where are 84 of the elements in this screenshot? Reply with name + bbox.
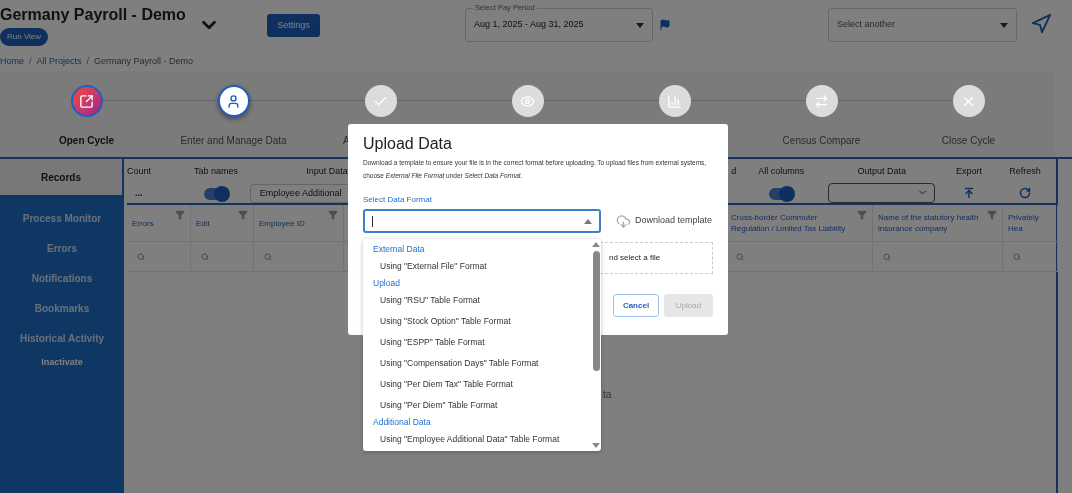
dropdown-option[interactable]: Using "ESPP" Table Format xyxy=(363,332,591,353)
dropdown-option[interactable]: Using "Stock Option" Table Format xyxy=(363,311,591,332)
caret-icon xyxy=(584,218,592,224)
run-view-button[interactable]: Run View xyxy=(0,28,49,46)
filter-icon[interactable] xyxy=(238,210,248,220)
caret-icon xyxy=(1000,22,1008,28)
option-group-label: Upload xyxy=(372,277,401,290)
filter-icon[interactable] xyxy=(175,210,185,220)
toggle-label: All columns xyxy=(758,165,805,178)
column-header[interactable]: Edit xyxy=(196,217,210,229)
download-template-button[interactable]: Download template xyxy=(616,213,713,229)
user-icon xyxy=(226,93,241,109)
export-icon[interactable] xyxy=(963,186,976,199)
search-icon[interactable] xyxy=(264,252,272,261)
field-value: Aug 1, 2025 - Aug 31, 2025 xyxy=(474,18,584,32)
field-label: Select Data Format xyxy=(363,194,433,206)
caret-icon xyxy=(636,22,644,28)
breadcrumb-separator: / xyxy=(86,55,90,69)
option-group-label: Additional Data xyxy=(372,416,432,429)
filter-icon[interactable] xyxy=(987,210,997,220)
dropdown-option[interactable]: Using "External File" Format xyxy=(363,256,591,277)
toggle-label: Tab names xyxy=(193,165,238,178)
search-icon[interactable] xyxy=(137,252,145,261)
column-label: d xyxy=(731,165,738,178)
breadcrumb-link[interactable]: All Projects xyxy=(36,55,82,69)
input-data-select[interactable]: Employee Additional xyxy=(249,183,348,203)
search-icon[interactable] xyxy=(1013,252,1021,261)
refresh-label: Refresh xyxy=(1009,165,1041,178)
eye-icon xyxy=(520,93,535,109)
column-header[interactable]: Errors xyxy=(132,217,154,229)
sidebar-tab[interactable]: Historical Activity xyxy=(0,323,124,353)
count-value: ... xyxy=(135,186,144,200)
step-label: Close Cycle xyxy=(941,134,996,148)
placeholder: Select another xyxy=(837,18,896,32)
dropdown-option[interactable]: Using "Compensation Days" Table Format xyxy=(363,353,591,374)
step-label: Census Compare xyxy=(782,134,861,148)
sidebar-tab[interactable]: Notifications xyxy=(0,263,124,293)
column-header[interactable]: Name of the statutory health insurance company xyxy=(878,212,984,234)
breadcrumb-link[interactable]: Home xyxy=(0,55,24,69)
toggle-switch[interactable] xyxy=(769,187,794,200)
select-another-field[interactable]: Select another xyxy=(828,8,1017,42)
scroll-up-icon xyxy=(592,242,600,247)
column-header[interactable]: Cross-border Commuter Regulation / Limited Tax Liability xyxy=(731,212,854,234)
option-group-label: External Data xyxy=(372,243,426,256)
dropdown-option[interactable]: Using "Per Diem" Table Format xyxy=(363,395,591,416)
sidebar-tab[interactable]: Process Monitor xyxy=(0,203,124,233)
input-data-label: Input Data xyxy=(306,165,348,178)
bar-chart-icon xyxy=(667,93,682,109)
sidebar-tab[interactable]: Errors xyxy=(0,233,124,263)
arrows-icon xyxy=(814,93,829,109)
data-format-dropdown[interactable] xyxy=(363,209,601,233)
dialog-title: Upload Data xyxy=(363,134,453,154)
page-title: Germany Payroll - Demo xyxy=(0,5,186,25)
output-data-select[interactable] xyxy=(828,182,936,203)
external-link-icon xyxy=(79,93,94,109)
settings-button[interactable]: Settings xyxy=(267,14,320,37)
sidebar-action[interactable]: Inactivate xyxy=(0,353,124,373)
search-icon[interactable] xyxy=(883,252,891,261)
column-header[interactable]: Privately Hea xyxy=(1008,212,1052,234)
sidebar-tab[interactable]: Records xyxy=(0,159,124,195)
dropdown-option[interactable]: Using "Per Diem Tax" Table Format xyxy=(363,374,591,395)
count-label: Count xyxy=(127,165,153,178)
toggle-switch[interactable] xyxy=(203,187,228,200)
flag-icon[interactable] xyxy=(659,19,671,31)
refresh-icon[interactable] xyxy=(1019,186,1032,199)
dropdown-option[interactable]: Using "Employee Additional Data" Table Format xyxy=(363,429,591,450)
step-label: Open Cycle xyxy=(59,134,114,148)
export-label: Export xyxy=(956,165,983,178)
scroll-down-icon xyxy=(592,443,600,448)
cloud-download-icon xyxy=(616,213,631,229)
filter-icon[interactable] xyxy=(857,210,867,220)
breadcrumb-separator: / xyxy=(29,55,32,69)
step-label: Enter and Manage Data xyxy=(180,134,287,148)
dropdown-option[interactable]: Using "RSU" Table Format xyxy=(363,290,591,311)
search-icon[interactable] xyxy=(736,252,744,261)
column-header[interactable]: Employee ID xyxy=(259,217,305,229)
empty-state-text: ta xyxy=(603,389,612,400)
output-data-label: Output Data xyxy=(857,165,906,178)
breadcrumb-current: Germany Payroll - Demo xyxy=(94,55,194,69)
sidebar-tab[interactable]: Bookmarks xyxy=(0,293,124,323)
filter-icon[interactable] xyxy=(328,210,338,220)
navigation-icon[interactable] xyxy=(1030,13,1052,35)
cancel-button[interactable]: Cancel xyxy=(613,294,659,317)
search-icon[interactable] xyxy=(201,252,209,261)
